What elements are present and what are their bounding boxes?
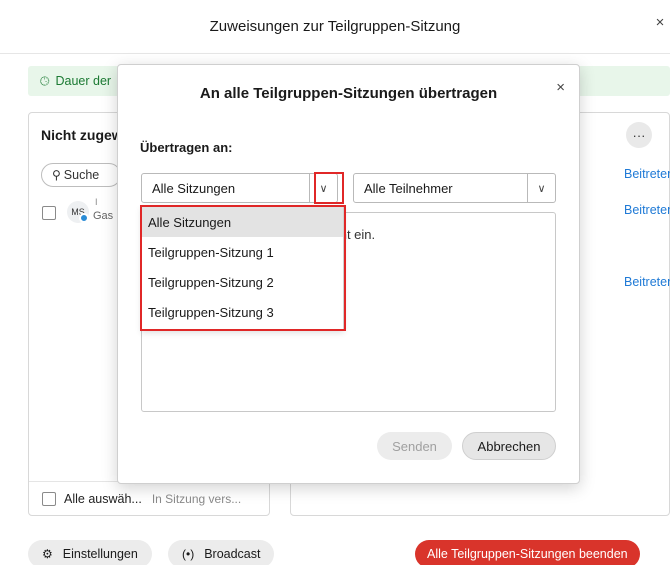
unassigned-footer: Alle auswäh... In Sitzung vers...: [29, 481, 269, 515]
select-all-label[interactable]: Alle auswäh...: [64, 492, 142, 506]
gear-icon: ⚙: [42, 547, 53, 561]
search-placeholder: Suche: [63, 168, 100, 182]
dialog-close-icon[interactable]: ×: [556, 79, 565, 96]
clock-icon: 🕓︎: [40, 73, 50, 88]
duration-text: Dauer der: [55, 74, 112, 88]
status-badge: [79, 213, 89, 223]
send-button[interactable]: Senden: [377, 432, 452, 460]
participant-role: Gas: [93, 210, 114, 222]
participant-info-glyph: I: [95, 197, 98, 207]
move-to-session-button[interactable]: In Sitzung vers...: [152, 492, 241, 506]
cancel-button[interactable]: Abbrechen: [462, 432, 556, 460]
dropdown-highlight-box: [140, 205, 346, 331]
participant-checkbox[interactable]: [42, 206, 56, 220]
settings-label: Einstellungen: [62, 547, 138, 561]
select-all-checkbox[interactable]: [42, 491, 56, 506]
dialog-title: An alle Teilgruppen-Sitzungen übertragen: [199, 85, 498, 102]
participants-select[interactable]: Alle Teilnehmer ∨: [353, 173, 556, 203]
more-options-button[interactable]: ···: [626, 122, 652, 148]
chevron-down-icon[interactable]: ∨: [527, 174, 555, 202]
sessions-select[interactable]: Alle Sitzungen ∨: [141, 173, 338, 203]
send-to-label: Übertragen an:: [140, 140, 233, 155]
broadcast-icon: (•): [182, 547, 195, 561]
search-icon: ⚲: [52, 168, 61, 182]
join-link-2[interactable]: Beitreten: [624, 203, 670, 217]
window-close-icon[interactable]: ×: [652, 14, 668, 31]
join-link-3[interactable]: Beitreten: [624, 275, 670, 289]
unassigned-title: Nicht zugewiesen: [41, 127, 121, 143]
settings-button[interactable]: ⚙ Einstellungen: [28, 540, 152, 565]
search-input[interactable]: ⚲ Suche: [41, 163, 121, 187]
end-all-sessions-button[interactable]: Alle Teilgruppen-Sitzungen beenden: [415, 540, 640, 565]
join-link-1[interactable]: Beitreten: [624, 167, 670, 181]
window-title: Zuweisungen zur Teilgruppen-Sitzung: [209, 18, 461, 35]
chevron-highlight-box: [314, 172, 344, 204]
window-title-bar: Zuweisungen zur Teilgruppen-Sitzung: [0, 0, 670, 54]
participants-select-value: Alle Teilnehmer: [364, 180, 453, 196]
sessions-select-value: Alle Sitzungen: [152, 180, 236, 196]
broadcast-label: Broadcast: [204, 547, 261, 561]
broadcast-button[interactable]: (•) Broadcast: [168, 540, 275, 565]
